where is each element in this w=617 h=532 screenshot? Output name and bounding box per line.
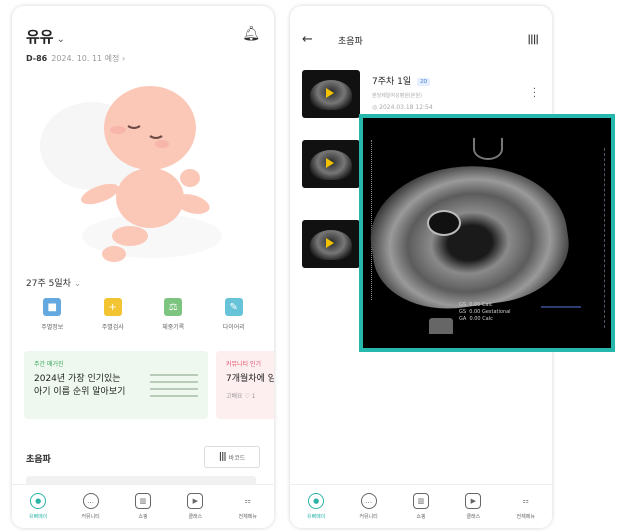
baby-illustration (40, 86, 222, 262)
profile-header: 유유 ⌄ 🔔︎ (26, 26, 260, 46)
shop-icon: ▥ (134, 493, 151, 509)
baby-name[interactable]: 유유 (26, 28, 54, 46)
menu-item-diary[interactable]: ✎ 다이어리 (209, 298, 259, 331)
tab-label: 클래스 (466, 514, 481, 520)
barcode-label: 바코드 (228, 454, 246, 462)
tab-menu[interactable]: ⚏ 전체메뉴 (224, 493, 272, 520)
chevron-down-icon[interactable]: ⌄ (57, 34, 65, 45)
page-title: 초음파 (338, 37, 363, 47)
barcode-icon: ||| (218, 452, 227, 462)
play-icon (326, 238, 334, 248)
format-badge: 2D (417, 77, 431, 86)
community-card[interactable]: 커뮤니티 인기 7개월차에 임 고배요 ♡ 1 (216, 351, 274, 419)
dday-row: D-86 2024. 10. 11 예정 › (26, 54, 126, 63)
quick-menu: ■ 주별정보 + 주별검사 ⚖ 체중기록 ✎ 다이어리 (22, 298, 264, 331)
tab-label: 쇼핑 (416, 514, 426, 520)
tab-label: 전체메뉴 (516, 514, 535, 520)
menu-label: 주별검사 (101, 324, 124, 331)
hospital-name: 분당제일여성병원(본원) (372, 93, 422, 99)
menu-label: 다이어리 (222, 324, 245, 331)
checkup-icon: + (103, 298, 122, 316)
dday-count: D-86 (26, 54, 48, 63)
home-icon: ● (30, 493, 47, 509)
nav-header: ← 초음파 |||| (302, 32, 539, 50)
card-tag: 주간 매거진 (34, 361, 64, 368)
ultrasound-scan (363, 153, 576, 319)
due-date: 2024. 10. 11 예정 (51, 54, 120, 63)
probe-icon (429, 318, 453, 334)
diary-icon: ✎ (224, 298, 243, 316)
barcode-button[interactable]: ||| 바코드 (204, 446, 260, 468)
tab-shop[interactable]: ▥ 쇼핑 (119, 493, 167, 520)
depth-ruler (601, 148, 605, 328)
magazine-card[interactable]: 주간 매거진 2024년 가장 인기있는 아기 이름 순위 알아보기 (24, 351, 208, 419)
tab-label: 커뮤니티 (359, 514, 378, 520)
video-thumbnail[interactable] (302, 220, 360, 268)
chat-icon: … (360, 493, 377, 509)
bottom-tab-bar: ● 유삐메이 … 커뮤니티 ▥ 쇼핑 ▶ 클래스 ⚏ 전체메뉴 (12, 484, 274, 528)
bottom-tab-bar: ● 유삐메이 … 커뮤니티 ▥ 쇼핑 ▶ 클래스 ⚏ 전체메뉴 (290, 484, 552, 528)
table-illustration (150, 369, 198, 405)
tab-home[interactable]: ● 유삐메이 (292, 493, 340, 520)
video-date: ◎ 2024.03.18 12:54 (372, 104, 433, 111)
ultrasound-image-popup[interactable]: GS 0.00 Calc GS 0.00 Gestational GA 0.00… (359, 114, 615, 352)
scale-bar (541, 306, 581, 308)
play-icon: ▶ (465, 493, 482, 509)
home-icon: ● (308, 493, 325, 509)
section-title: 초음파 (26, 455, 51, 465)
video-thumbnail[interactable] (302, 70, 360, 118)
tab-label: 유삐메이 (306, 514, 326, 520)
week-selector[interactable]: 27주 5일차 ⌄ (26, 276, 81, 289)
gestational-sac (427, 210, 461, 236)
tab-community[interactable]: … 커뮤니티 (67, 493, 115, 520)
barcode-icon[interactable]: |||| (527, 34, 539, 45)
info-book-icon: ■ (43, 298, 62, 316)
probe-arc (473, 138, 503, 160)
bell-icon[interactable]: 🔔︎ (242, 26, 260, 42)
menu-item-weight[interactable]: ⚖ 체중기록 (148, 298, 198, 331)
week-label: 27주 5일차 (26, 279, 71, 289)
tab-label: 전체메뉴 (238, 514, 257, 520)
video-thumbnail[interactable] (302, 140, 360, 188)
menu-item-weekly-checkup[interactable]: + 주별검사 (88, 298, 138, 331)
tab-menu[interactable]: ⚏ 전체메뉴 (502, 493, 550, 520)
grid-icon: ⚏ (244, 497, 251, 505)
card-tag: 커뮤니티 인기 (226, 361, 262, 368)
shop-icon: ▥ (412, 493, 429, 509)
tab-label: 쇼핑 (138, 514, 148, 520)
tab-class[interactable]: ▶ 클래스 (171, 493, 219, 520)
measurement-caption: GS 0.00 Calc GS 0.00 Gestational GA 0.00… (459, 302, 511, 322)
scale-icon: ⚖ (164, 298, 183, 316)
tab-label: 클래스 (188, 514, 203, 520)
tab-label: 커뮤니티 (81, 514, 100, 520)
tab-label: 유삐메이 (28, 514, 48, 520)
tab-shop[interactable]: ▥ 쇼핑 (397, 493, 445, 520)
chat-icon: … (82, 493, 99, 509)
more-options-icon[interactable]: · · · (533, 85, 536, 103)
menu-item-weekly-info[interactable]: ■ 주별정보 (27, 298, 77, 331)
video-title: 7주차 1일 (372, 77, 412, 87)
tab-home[interactable]: ● 유삐메이 (14, 493, 62, 520)
tab-class[interactable]: ▶ 클래스 (449, 493, 497, 520)
menu-label: 주별정보 (41, 324, 64, 331)
grid-icon: ⚏ (522, 497, 529, 505)
play-icon: ▶ (187, 493, 204, 509)
card-title: 7개월차에 임 (226, 374, 274, 384)
ultrasound-section-header: 초음파 ||| 바코드 (26, 446, 260, 470)
home-screen: 유유 ⌄ 🔔︎ D-86 2024. 10. 11 예정 › 27주 5일차 ⌄ ■… (12, 6, 274, 528)
menu-label: 체중기록 (162, 324, 185, 331)
play-icon (326, 88, 334, 98)
back-arrow-icon[interactable]: ← (302, 32, 313, 47)
card-sub: 고배요 ♡ 1 (226, 393, 256, 400)
tab-community[interactable]: … 커뮤니티 (345, 493, 393, 520)
play-icon (326, 158, 334, 168)
